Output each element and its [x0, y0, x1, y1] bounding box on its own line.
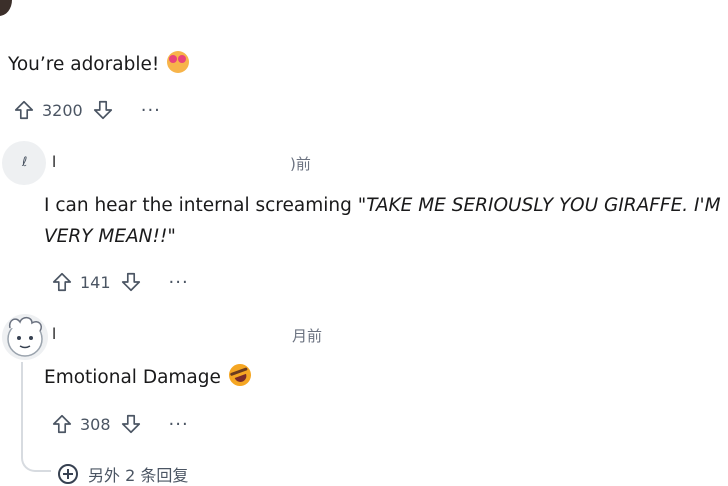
- upvote-icon: [52, 414, 72, 434]
- author-name[interactable]: l: [52, 153, 56, 171]
- avatar[interactable]: ℓ: [2, 141, 46, 185]
- comment-text: You’re adorable!: [8, 54, 160, 75]
- more-options-button[interactable]: ···: [169, 414, 189, 435]
- upvote-button[interactable]: [10, 96, 38, 124]
- timestamp: )前: [290, 155, 311, 173]
- downvote-icon: [93, 100, 112, 120]
- downvote-button[interactable]: [117, 410, 145, 438]
- comment-text: I can hear the internal screaming ": [44, 195, 367, 216]
- comment-text-emphasis: VERY MEAN!!: [44, 226, 168, 247]
- thread-connector: [21, 446, 51, 472]
- comment-body: Emotional Damage: [44, 360, 254, 393]
- more-options-button[interactable]: ···: [141, 100, 161, 121]
- comment-meta: l )前: [52, 153, 322, 173]
- author-name[interactable]: l: [52, 325, 56, 343]
- more-replies-label: 另外 2 条回复: [88, 466, 189, 485]
- vote-count: 141: [80, 272, 111, 292]
- timestamp: 月前: [292, 327, 323, 345]
- smiling-face-with-hearts-icon: [167, 51, 190, 73]
- comment-text-emphasis: TAKE ME SERIOUSLY YOU GIRAFFE. I'M: [366, 195, 721, 216]
- comment-body: You’re adorable!: [8, 50, 190, 80]
- avatar[interactable]: [0, 0, 12, 16]
- downvote-icon: [121, 272, 140, 292]
- upvote-button[interactable]: [48, 410, 76, 438]
- comment-body: I can hear the internal screaming "TAKE …: [44, 191, 721, 221]
- vote-count: 308: [80, 414, 111, 434]
- comment-actions: 141 ···: [48, 268, 189, 296]
- comment-body-line2: VERY MEAN!!": [44, 222, 176, 252]
- comment-text: Emotional Damage: [44, 367, 221, 388]
- rolling-laughing-face-icon: [225, 360, 254, 390]
- comment-meta: l 月前: [52, 325, 342, 345]
- downvote-icon: [121, 414, 140, 434]
- vote-count: 3200: [42, 100, 83, 120]
- comment-text: ": [167, 226, 176, 247]
- downvote-button[interactable]: [117, 268, 145, 296]
- cartoon-avatar-icon: [7, 316, 43, 357]
- downvote-button[interactable]: [89, 96, 117, 124]
- plus-circle-icon: [58, 464, 78, 484]
- more-options-button[interactable]: ···: [169, 272, 189, 293]
- avatar[interactable]: [2, 314, 48, 360]
- upvote-icon: [52, 272, 72, 292]
- comment-actions: 308 ···: [48, 410, 189, 438]
- upvote-button[interactable]: [48, 268, 76, 296]
- avatar-glyph: ℓ: [22, 155, 28, 170]
- thread-line[interactable]: [21, 362, 23, 450]
- more-replies-button[interactable]: 另外 2 条回复: [58, 462, 188, 486]
- upvote-icon: [14, 100, 34, 120]
- comment-actions: 3200 ···: [10, 96, 161, 124]
